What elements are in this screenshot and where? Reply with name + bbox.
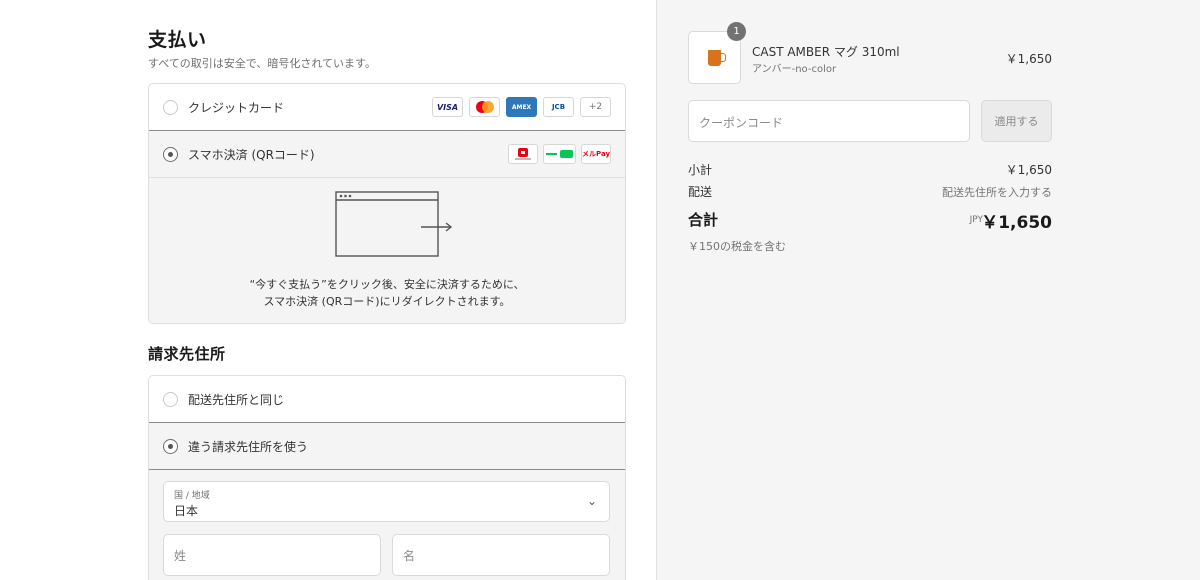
- quantity-badge: 1: [727, 22, 746, 41]
- qr-label: スマホ決済 (QRコード): [188, 147, 315, 162]
- same-address-radio[interactable]: [163, 391, 178, 407]
- order-summary: [656, 0, 1200, 580]
- different-address-label: 違う請求先住所を使う: [188, 439, 309, 454]
- subtotal-value: ￥1,650: [1005, 163, 1052, 177]
- product-variant: アンバー-no-color: [752, 64, 837, 75]
- redirect-message-line2: スマホ決済 (QRコード)にリダイレクトされます。: [263, 295, 511, 308]
- total-label: 合計: [688, 211, 719, 229]
- tax-note: ￥150の税金を含む: [688, 240, 786, 253]
- product-name: CAST AMBER マグ 310ml: [752, 45, 900, 59]
- billing-option-different[interactable]: 違う請求先住所を使う: [149, 422, 625, 470]
- payment-title: 支払い: [148, 29, 207, 51]
- qr-radio[interactable]: [163, 146, 178, 162]
- shipping-value: 配送先住所を入力する: [942, 186, 1052, 199]
- total-value: ￥1,650: [981, 213, 1052, 233]
- apply-coupon-button[interactable]: 適用する: [981, 100, 1052, 142]
- country-select[interactable]: 国 / 地域 日本 ⌄: [163, 481, 610, 522]
- last-name-placeholder: 姓: [174, 549, 187, 563]
- shipping-label: 配送: [688, 185, 713, 199]
- country-label: 国 / 地域: [174, 491, 210, 501]
- amex-icon: AMEX: [506, 97, 537, 117]
- more-cards-badge: +2: [580, 97, 611, 117]
- card-brand-list: VISA AMEX JCB +2: [432, 97, 611, 117]
- line-pay-icon: [543, 144, 576, 164]
- checkout-main: 支払い すべての取引は安全で、暗号化されています。 クレジットカード VISA …: [0, 0, 656, 580]
- redirect-message-line1: “今すぐ支払う”をクリック後、安全に決済するために、: [249, 278, 525, 291]
- credit-card-radio[interactable]: [163, 99, 178, 115]
- mastercard-icon: [469, 97, 500, 117]
- merpay-icon: メルPay: [581, 144, 611, 164]
- payment-subtitle: すべての取引は安全で、暗号化されています。: [148, 57, 376, 70]
- last-name-field[interactable]: 姓: [163, 534, 381, 576]
- product-price: ￥1,650: [1005, 52, 1052, 66]
- mug-icon: [708, 50, 726, 66]
- jcb-icon: JCB: [543, 97, 574, 117]
- coupon-placeholder: クーポンコード: [699, 116, 784, 130]
- payment-methods: クレジットカード VISA AMEX JCB +2 スマホ決済 (QRコード) …: [148, 83, 626, 324]
- billing-title: 請求先住所: [148, 345, 226, 363]
- payment-option-credit-card[interactable]: クレジットカード VISA AMEX JCB +2: [149, 84, 625, 130]
- qr-brand-list: メルPay: [508, 144, 611, 164]
- chevron-down-icon: ⌄: [586, 494, 597, 508]
- first-name-placeholder: 名: [403, 549, 416, 563]
- payment-option-qr[interactable]: スマホ決済 (QRコード) メルPay: [149, 130, 625, 178]
- credit-card-label: クレジットカード: [188, 100, 285, 115]
- coupon-input[interactable]: クーポンコード: [688, 100, 970, 142]
- different-address-radio[interactable]: [163, 438, 178, 454]
- redirect-icon: [335, 191, 453, 257]
- subtotal-label: 小計: [688, 163, 713, 177]
- qr-redirect-info: “今すぐ支払う”をクリック後、安全に決済するために、 スマホ決済 (QRコード)…: [149, 177, 625, 323]
- visa-icon: VISA: [432, 97, 463, 117]
- country-value: 日本: [174, 504, 199, 518]
- same-address-label: 配送先住所と同じ: [188, 392, 285, 407]
- billing-option-same[interactable]: 配送先住所と同じ: [149, 376, 625, 422]
- first-name-field[interactable]: 名: [392, 534, 610, 576]
- paypay-icon: [508, 144, 538, 164]
